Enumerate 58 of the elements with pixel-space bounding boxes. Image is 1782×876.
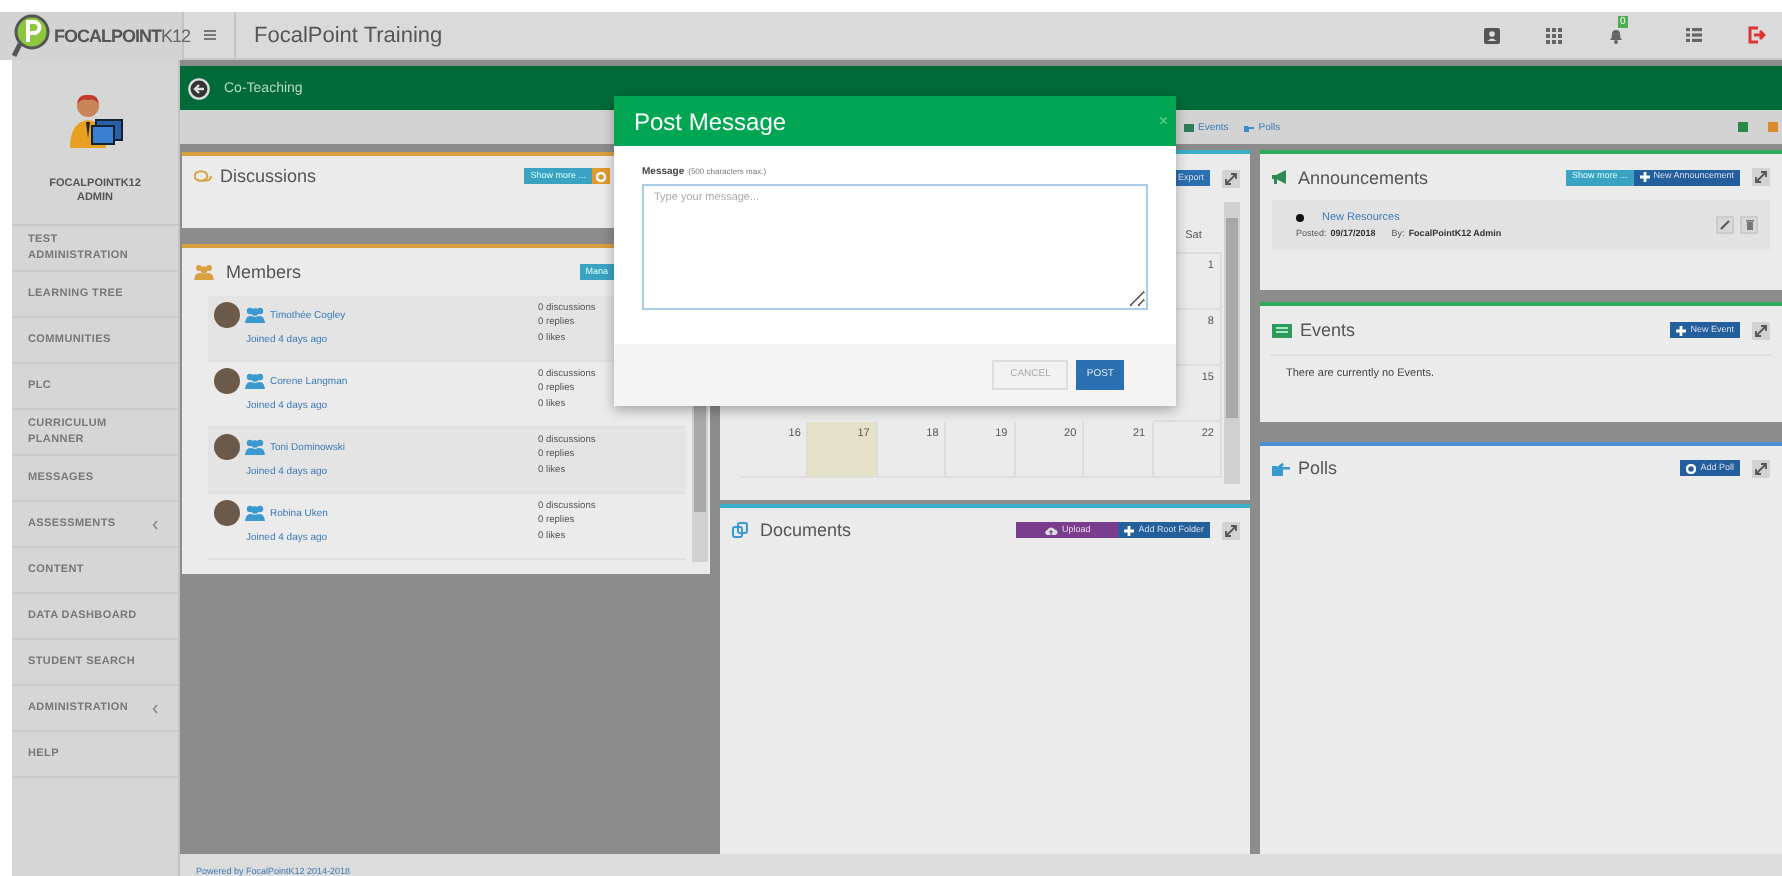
pencil-icon bbox=[1720, 220, 1730, 230]
plus-icon bbox=[1676, 325, 1687, 335]
avatar-photo bbox=[214, 500, 240, 526]
plus-icon bbox=[1639, 172, 1650, 182]
expand-icon bbox=[1754, 323, 1768, 337]
pointing-hand-icon bbox=[1244, 123, 1255, 131]
expand-button[interactable] bbox=[1752, 321, 1770, 339]
modal-title: Post Message bbox=[634, 107, 787, 135]
chevron-left-icon bbox=[152, 519, 158, 529]
avatar-photo bbox=[214, 302, 240, 328]
panel-title: Events bbox=[1300, 320, 1356, 340]
edit-button[interactable] bbox=[1716, 216, 1734, 234]
apps-grid-icon[interactable] bbox=[1546, 27, 1562, 43]
users-icon bbox=[194, 264, 214, 280]
calendar-icon bbox=[1184, 123, 1194, 131]
logout-icon[interactable] bbox=[1748, 26, 1766, 44]
gear-icon bbox=[1686, 463, 1697, 473]
expand-button[interactable] bbox=[1752, 459, 1770, 477]
documents-icon bbox=[732, 522, 748, 538]
user-at-computer-icon bbox=[65, 90, 125, 150]
scrollbar[interactable] bbox=[1224, 202, 1240, 484]
expand-button[interactable] bbox=[1222, 169, 1240, 187]
panel-title: Members bbox=[226, 262, 302, 282]
logo-text: FOCALPOINTK12 bbox=[54, 25, 191, 45]
expand-icon bbox=[1754, 461, 1768, 475]
group-icon bbox=[244, 438, 266, 456]
group-icon bbox=[244, 372, 266, 390]
plus-icon bbox=[1124, 525, 1135, 535]
pointing-hand-icon bbox=[1272, 461, 1290, 475]
expand-icon bbox=[1224, 523, 1238, 537]
bullet-icon bbox=[1296, 214, 1304, 222]
avatar-photo bbox=[214, 434, 240, 460]
back-arrow-icon[interactable] bbox=[188, 77, 210, 99]
app-title: FocalPoint Training bbox=[254, 23, 445, 47]
contact-card-icon[interactable] bbox=[1484, 27, 1500, 43]
cloud-upload-icon bbox=[1043, 525, 1058, 535]
trash-icon bbox=[1745, 220, 1753, 230]
avatar-photo bbox=[214, 368, 240, 394]
expand-button[interactable] bbox=[1752, 168, 1770, 186]
add-button[interactable] bbox=[592, 168, 610, 184]
group-icon bbox=[244, 504, 266, 522]
list-icon[interactable] bbox=[1686, 28, 1702, 42]
panel-title: Announcements bbox=[1298, 167, 1429, 187]
menu-icon bbox=[203, 30, 215, 40]
logo-magnifier-icon bbox=[12, 13, 52, 57]
megaphone-icon bbox=[1272, 170, 1290, 184]
expand-icon bbox=[1224, 171, 1238, 185]
panel-title: Discussions bbox=[220, 166, 317, 186]
calendar-list-icon bbox=[1272, 323, 1292, 337]
chevron-left-icon bbox=[152, 703, 158, 713]
expand-icon bbox=[1754, 170, 1768, 184]
bell-icon[interactable] bbox=[1608, 26, 1624, 44]
panel-title: Documents bbox=[760, 520, 852, 540]
delete-button[interactable] bbox=[1740, 216, 1758, 234]
gear-icon bbox=[596, 171, 606, 181]
expand-button[interactable] bbox=[1222, 521, 1240, 539]
group-icon bbox=[244, 306, 266, 324]
panel-title: Polls bbox=[1298, 458, 1338, 478]
